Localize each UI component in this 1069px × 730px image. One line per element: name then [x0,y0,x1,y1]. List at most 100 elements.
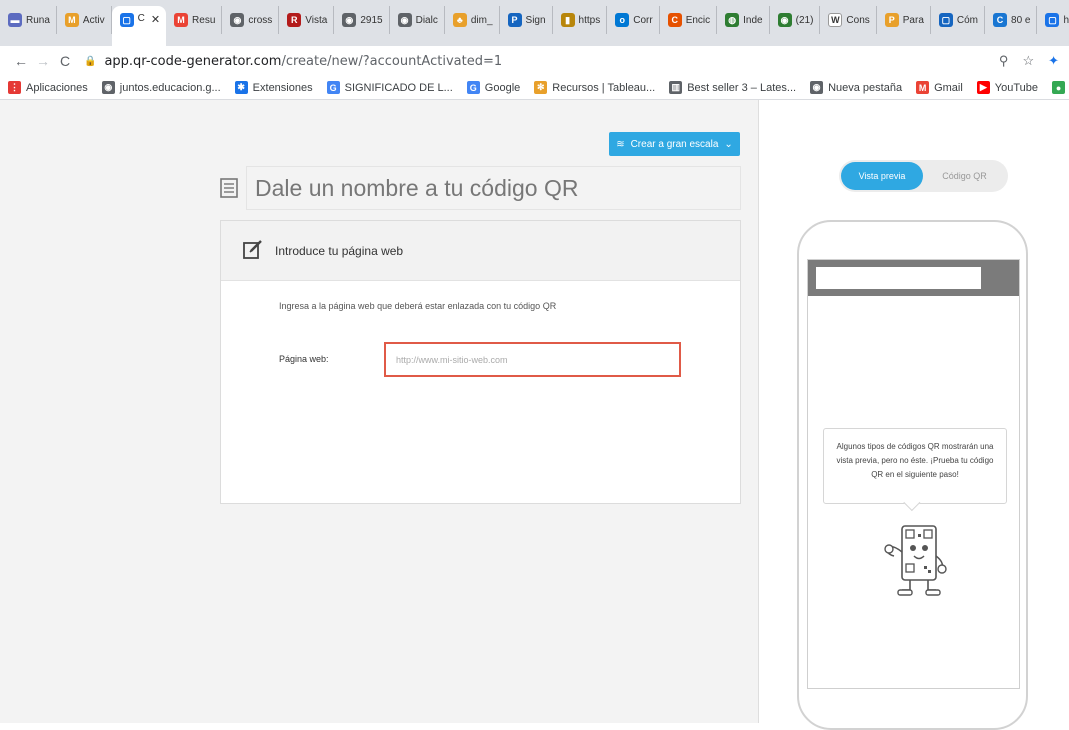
bookmark-icon: ◉ [101,81,115,94]
browser-tab[interactable]: ◍ Inde [717,6,770,34]
browser-tab[interactable]: M Resu [166,6,223,34]
back-button[interactable]: ← [10,50,32,72]
bookmark-item[interactable]: ◉ Nueva pestaña [810,81,902,94]
zoom-icon[interactable]: ⚲ [999,53,1009,69]
lock-icon: 🔒 [84,55,97,67]
tab-favicon-icon: ◉ [397,13,412,27]
tab-label: Dialc [415,14,438,26]
bookmark-icon: ▥ [669,81,683,94]
bookmark-star-icon[interactable]: ☆ [1022,53,1034,69]
browser-tab[interactable]: R Vista [279,6,335,34]
tab-favicon-icon: o [615,13,630,27]
preview-toggle: Vista previa Código QR [839,160,1008,192]
tab-vista-previa[interactable]: Vista previa [841,162,923,190]
bookmark-label: Extensiones [252,81,313,94]
browser-tab-strip: ▬ Runa M Activ ▢ C ✕ M Resu ◉ cross R Vista ◉ 2915 ◉ Dia… [0,0,1069,46]
tab-favicon-icon: ◉ [342,13,357,27]
browser-tab[interactable]: ▢ C ✕ [111,6,167,46]
tab-favicon-icon: M [174,13,189,27]
browser-tab[interactable]: W Cons [820,6,877,34]
bookmark-item[interactable]: M Gmail [916,81,963,94]
url-path: /create/new/?accountActivated=1 [281,53,503,69]
bookmark-item[interactable]: ▥ Best seller 3 – Lates... [669,81,796,94]
browser-tab[interactable]: P Para [877,6,931,34]
forward-button[interactable]: → [32,50,54,72]
website-card-header: Introduce tu página web [221,221,740,281]
tab-label: Para [902,14,924,26]
tab-favicon-icon: ▬ [8,13,22,27]
tab-label: Cons [846,14,870,26]
bookmark-label: Aplicaciones [26,81,88,94]
bookmark-label: Best seller 3 – Lates... [687,81,797,94]
tab-label: C [137,13,145,24]
browser-tab[interactable]: ◉ (21) [770,6,821,34]
bookmark-icon: ⋮ [8,81,21,94]
bookmark-icon: M [916,81,930,94]
browser-tab[interactable]: ▢ Cóm [931,6,986,34]
tab-label: Vista [305,14,328,26]
bookmark-icon: G [326,81,340,94]
tab-label: Resu [192,14,216,26]
browser-tab[interactable]: ♣ dim_ [445,6,500,34]
address-bar[interactable]: 🔒 app.qr-code-generator.com/create/new/?… [84,48,999,74]
bookmark-label: Google [484,81,521,94]
tab-label: Corr [633,14,653,26]
bookmark-icon: G [466,81,480,94]
tab-favicon-icon: C [993,13,1008,27]
extension-icon[interactable]: ✦ [1048,53,1059,69]
create-at-scale-button[interactable]: ≋ Crear a gran escala ⌄ [609,132,740,156]
tab-label: Cóm [956,14,979,26]
bookmark-label: YouTube [994,81,1039,94]
bookmark-item[interactable]: ●Maps [1052,81,1069,94]
close-tab-icon[interactable]: ✕ [151,13,160,26]
phone-mockup: Algunos tipos de códigos QR mostrarán un… [797,220,1028,730]
bookmark-label: juntos.educacion.g... [119,81,221,94]
reload-button[interactable]: C [54,50,76,72]
tab-label: Inde [743,14,763,26]
tab-favicon-icon: ◉ [230,13,245,27]
tab-favicon-icon: ▮ [560,13,575,27]
tab-favicon-icon: M [64,13,79,27]
website-url-label: Página web: [279,354,329,364]
browser-tab[interactable]: C 80 e [985,6,1038,34]
browser-tab[interactable]: C Encic [660,6,718,34]
bookmark-label: Nueva pestaña [828,81,903,94]
bookmarks-bar: ⋮ Aplicaciones ◉ juntos.educacion.g... ✱ Exte… [0,76,1069,100]
browser-tab[interactable]: ▢ h [1037,6,1069,34]
qr-mascot-icon [884,525,947,596]
tab-favicon-icon: ♣ [452,13,467,27]
phone-url-field [816,267,981,289]
bookmark-item[interactable]: G Google [466,81,521,94]
tab-label: Sign [525,14,546,26]
phone-browser-bar [808,260,1019,296]
edit-icon [243,240,262,259]
bookmark-item[interactable]: G SIGNIFICADO DE L... [326,81,453,94]
browser-tab[interactable]: M Activ [57,6,112,34]
bookmark-item[interactable]: ⋮ Aplicaciones [8,81,88,94]
website-url-input[interactable]: http://www.mi-sitio-web.com [384,342,681,377]
browser-tab[interactable]: ◉ 2915 [334,6,390,34]
browser-tab[interactable]: ◉ cross [222,6,280,34]
bookmark-label: SIGNIFICADO DE L... [344,81,453,94]
tab-codigo-qr[interactable]: Código QR [923,162,1006,190]
bookmark-icon: ● [1052,81,1066,94]
tab-label: dim_ [470,14,493,26]
bookmark-item[interactable]: ✻ Recursos | Tableau... [534,81,655,94]
layers-icon: ≋ [616,138,625,150]
bookmark-item[interactable]: ✱ Extensiones [234,81,313,94]
tab-label: https [578,14,601,26]
qr-name-row: Dale un nombre a tu código QR [216,166,741,210]
browser-tab[interactable]: ▮ https [553,6,608,34]
qr-name-input[interactable]: Dale un nombre a tu código QR [246,166,741,210]
tab-favicon-icon: C [667,13,682,27]
browser-tab[interactable]: ▬ Runa [0,6,57,34]
bookmark-icon: ✻ [534,81,548,94]
bookmark-item[interactable]: ◉ juntos.educacion.g... [101,81,221,94]
browser-tab[interactable]: o Corr [607,6,660,34]
browser-tab[interactable]: P Sign [500,6,553,34]
chevron-down-icon: ⌄ [724,138,733,150]
browser-tab[interactable]: ◉ Dialc [390,6,445,34]
website-card-title: Introduce tu página web [275,244,404,258]
bookmark-item[interactable]: ▶ YouTube [976,81,1039,94]
tab-label: Activ [82,14,105,26]
